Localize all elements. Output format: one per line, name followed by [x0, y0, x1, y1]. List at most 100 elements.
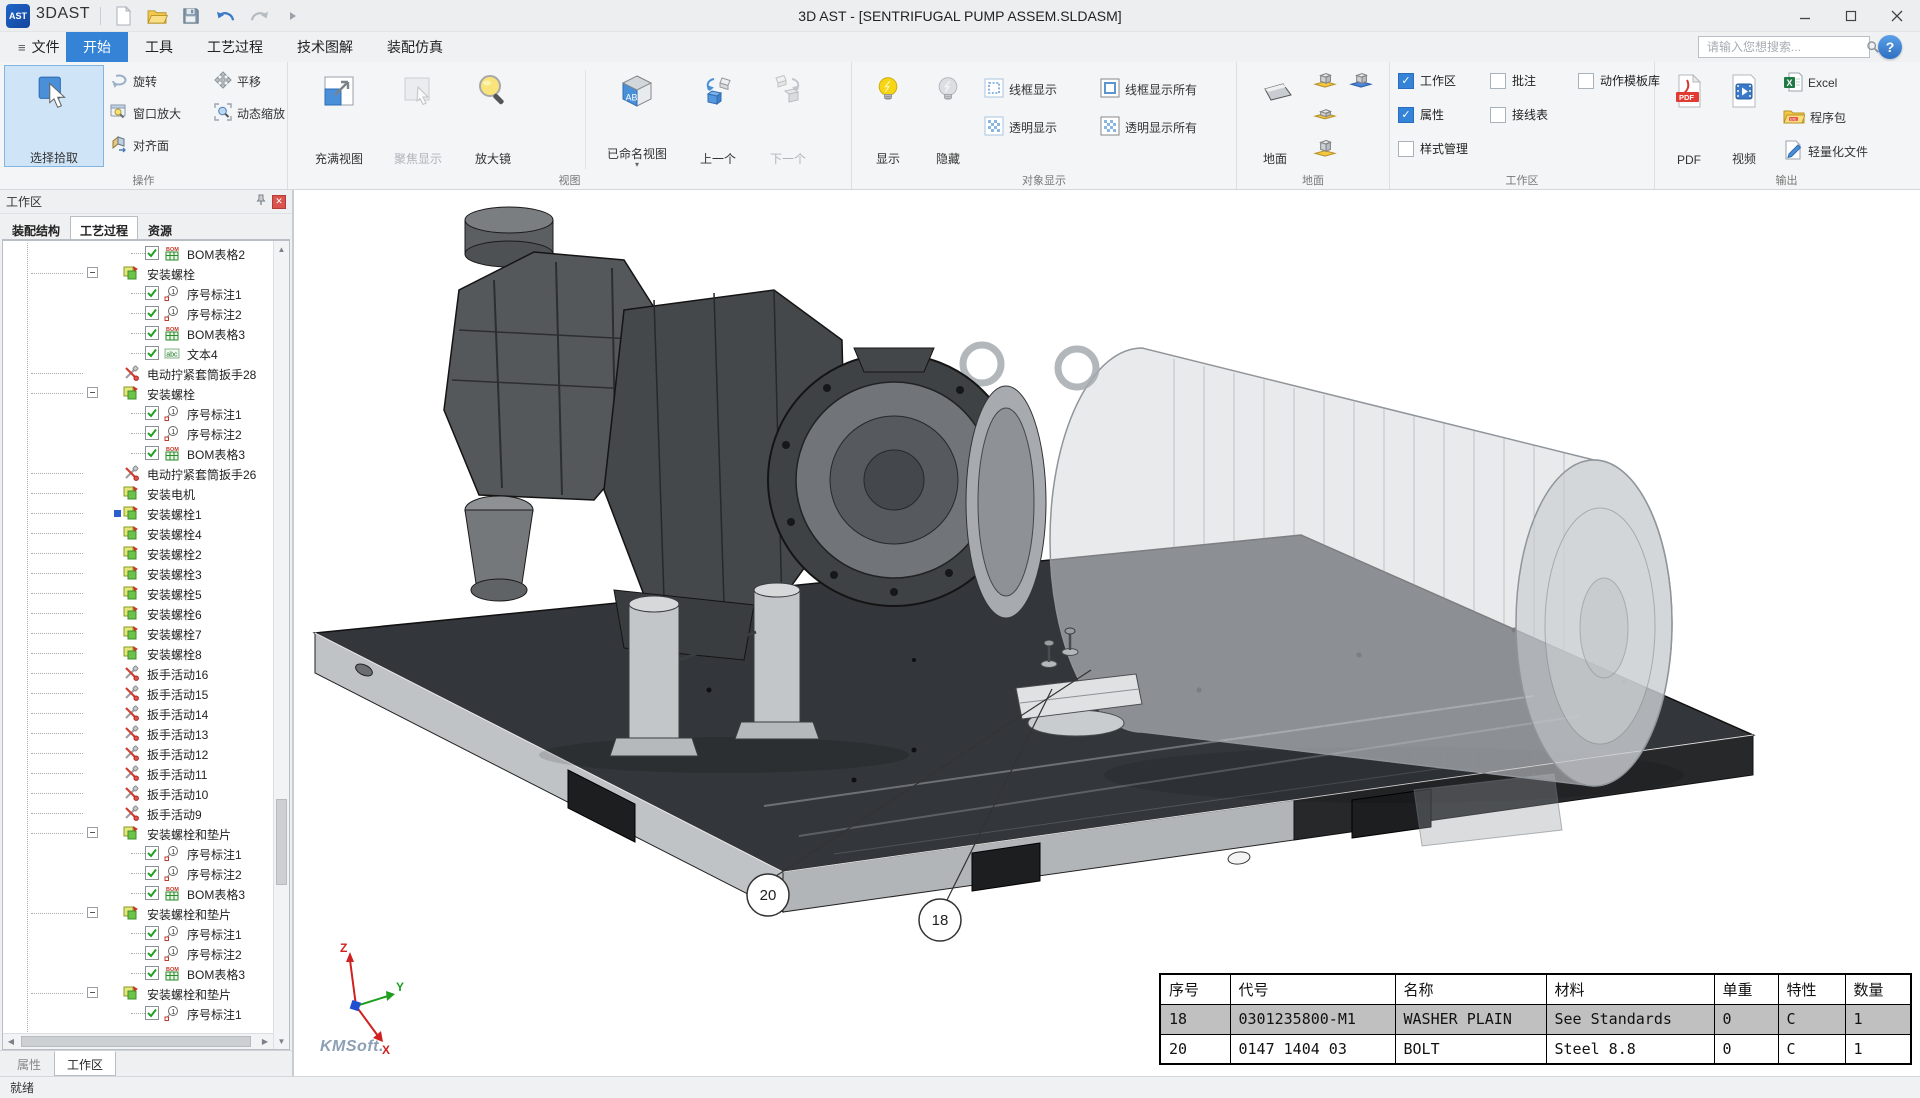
maximize-button[interactable] [1828, 0, 1874, 32]
tree-item[interactable]: 1序号标注2 [3, 863, 273, 883]
dynamic-zoom-button[interactable]: 动态缩放 [214, 100, 285, 126]
tree-item[interactable]: 1序号标注2 [3, 943, 273, 963]
scroll-right-icon[interactable]: ▶ [257, 1034, 273, 1049]
tree-checkbox[interactable] [145, 346, 159, 360]
close-button[interactable] [1874, 0, 1920, 32]
show-button[interactable]: 显示 [860, 65, 916, 167]
panel-tab-1[interactable]: 装配结构 [2, 218, 70, 239]
checkbox-box[interactable]: ✓ [1398, 107, 1414, 123]
bom-row[interactable]: 180301235800-M1WASHER PLAINSee Standards… [1160, 1004, 1911, 1034]
menu-tab-4[interactable]: 技术图解 [280, 32, 370, 62]
tree-item[interactable]: 扳手活动9 [3, 803, 273, 823]
tree-item[interactable]: 扳手活动13 [3, 723, 273, 743]
tree-item[interactable]: 安装螺栓4 [3, 523, 273, 543]
scroll-up-icon[interactable]: ▲ [274, 241, 289, 257]
tree-checkbox[interactable] [145, 866, 159, 880]
next-button[interactable]: 下一个 [754, 65, 822, 167]
scroll-thumb[interactable] [21, 1036, 251, 1047]
checkbox-批注[interactable]: 批注 [1490, 72, 1536, 89]
tree-item[interactable]: 1序号标注1 [3, 283, 273, 303]
menu-tab-5[interactable]: 装配仿真 [370, 32, 460, 62]
checkbox-动作模板库[interactable]: 动作模板库 [1578, 72, 1660, 89]
checkbox-box[interactable] [1490, 107, 1506, 123]
tree-item[interactable]: 1序号标注1 [3, 843, 273, 863]
window-zoom-button[interactable]: 窗口放大 [110, 100, 181, 126]
menu-tab-2[interactable]: 工具 [128, 32, 190, 62]
tree-item[interactable]: 1序号标注1 [3, 1003, 273, 1023]
scroll-left-icon[interactable]: ◀ [3, 1034, 19, 1049]
tree-item[interactable]: 扳手活动11 [3, 763, 273, 783]
tree-horizontal-scrollbar[interactable]: ◀ ▶ [3, 1033, 273, 1049]
tree-item[interactable]: BOMBOM表格2 [3, 243, 273, 263]
pin-icon[interactable] [255, 194, 267, 209]
excel-export-button[interactable]: X Excel [1783, 70, 1837, 96]
tree-checkbox[interactable] [145, 406, 159, 420]
menu-tab-3[interactable]: 工艺过程 [190, 32, 280, 62]
tree-item[interactable]: 安装螺栓5 [3, 583, 273, 603]
panel-tab-2[interactable]: 工艺过程 [70, 216, 138, 239]
wireframe-all-button[interactable]: 线框显示所有 [1100, 76, 1197, 102]
expand-toggle-icon[interactable] [87, 267, 98, 278]
tree-checkbox[interactable] [145, 426, 159, 440]
pan-button[interactable]: 平移 [214, 68, 261, 94]
tree-item[interactable]: 扳手活动14 [3, 703, 273, 723]
wireframe-display-button[interactable]: 线框显示 [984, 76, 1057, 102]
tree-item[interactable]: BOMBOM表格3 [3, 443, 273, 463]
tree-item[interactable]: 电动拧紧套筒扳手26 [3, 463, 273, 483]
tree-checkbox[interactable] [145, 286, 159, 300]
undo-button[interactable] [214, 5, 236, 27]
tree-item[interactable]: 安装螺栓 [3, 263, 273, 283]
balloon-20[interactable]: 20 [747, 874, 789, 916]
checkbox-工作区[interactable]: ✓工作区 [1398, 72, 1456, 89]
ground-yellow-icon[interactable] [1313, 70, 1337, 95]
tree-item[interactable]: 安装螺栓2 [3, 543, 273, 563]
checkbox-样式管理[interactable]: 样式管理 [1398, 140, 1468, 157]
balloon-18[interactable]: 18 [919, 899, 961, 941]
tree-item[interactable]: 安装电机 [3, 483, 273, 503]
transparent-display-button[interactable]: 透明显示 [984, 114, 1057, 140]
previous-button[interactable]: 上一个 [686, 65, 750, 167]
tree-item[interactable]: abc文本4 [3, 343, 273, 363]
select-pick-button[interactable]: 选择拾取 [4, 65, 104, 167]
help-button[interactable]: ? [1878, 35, 1902, 59]
tree-item[interactable]: 安装螺栓7 [3, 623, 273, 643]
checkbox-属性[interactable]: ✓属性 [1398, 106, 1444, 123]
checkbox-接线表[interactable]: 接线表 [1490, 106, 1548, 123]
3d-viewport[interactable]: 20 18 Z Y X [294, 190, 1920, 1076]
tree-item[interactable]: BOMBOM表格3 [3, 963, 273, 983]
redo-button[interactable] [248, 5, 270, 27]
minimize-button[interactable] [1782, 0, 1828, 32]
ground-button[interactable]: 地面 [1243, 65, 1307, 167]
tree-checkbox[interactable] [145, 306, 159, 320]
package-export-button[interactable]: EXE 程序包 [1783, 104, 1846, 130]
expand-toggle-icon[interactable] [87, 907, 98, 918]
focus-display-button[interactable]: 聚焦显示 [380, 65, 456, 167]
bom-row[interactable]: 200147 1404 03BOLTSteel 8.80C1 [1160, 1034, 1911, 1064]
tree-item[interactable]: 1序号标注1 [3, 923, 273, 943]
tree-item[interactable]: 安装螺栓6 [3, 603, 273, 623]
tree-item[interactable]: 扳手活动16 [3, 663, 273, 683]
file-menu-button[interactable]: ≡ 文件 [8, 32, 70, 62]
tree-checkbox[interactable] [145, 946, 159, 960]
tree-checkbox[interactable] [145, 446, 159, 460]
tree-item[interactable]: 安装螺栓和垫片 [3, 823, 273, 843]
tree-item[interactable]: 安装螺栓和垫片 [3, 903, 273, 923]
expand-toggle-icon[interactable] [87, 387, 98, 398]
tree-item[interactable]: 扳手活动12 [3, 743, 273, 763]
tree-item[interactable]: BOMBOM表格3 [3, 883, 273, 903]
tree-checkbox[interactable] [145, 1006, 159, 1020]
named-views-button[interactable]: AB 已命名视图 ▾ [592, 65, 682, 167]
transparent-all-button[interactable]: 透明显示所有 [1100, 114, 1197, 140]
tree-checkbox[interactable] [145, 326, 159, 340]
tree-checkbox[interactable] [145, 846, 159, 860]
open-file-button[interactable] [146, 5, 168, 27]
tree-checkbox[interactable] [145, 926, 159, 940]
lightweight-file-button[interactable]: 轻量化文件 [1783, 138, 1868, 164]
fit-view-button[interactable]: 充满视图 [300, 65, 378, 167]
tree-item[interactable]: 安装螺栓1 [3, 503, 273, 523]
checkbox-box[interactable] [1490, 73, 1506, 89]
scroll-down-icon[interactable]: ▼ [274, 1033, 289, 1049]
hide-button[interactable]: 隐藏 [920, 65, 976, 167]
tree-item[interactable]: 电动拧紧套筒扳手28 [3, 363, 273, 383]
expand-toggle-icon[interactable] [87, 827, 98, 838]
